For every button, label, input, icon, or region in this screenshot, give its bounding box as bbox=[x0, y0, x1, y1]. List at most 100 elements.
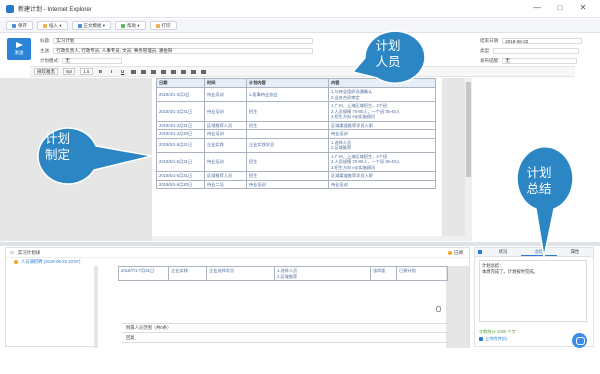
attach-icon[interactable] bbox=[436, 306, 441, 312]
remind-select[interactable]: 无 bbox=[502, 58, 578, 64]
indent-icon[interactable] bbox=[160, 69, 166, 74]
table-row: 2018/5/1-5月31日 待业培训 招生 1.广州、上海区域招生，2个班 2.人员… bbox=[156, 151, 436, 172]
editor-document[interactable]: 日期 时间 计划内容 内容 2018/3/1-3月3日 待业培训 1.医事待业协会 1… bbox=[152, 78, 442, 241]
type-field: 类型: bbox=[480, 48, 580, 54]
table-cell: 2018/5/1-5月31日 bbox=[156, 171, 205, 181]
col-header-time: 时间 bbox=[204, 78, 247, 88]
table-row: 2018/4/1-4月30日 待业培训 待业培训 bbox=[156, 129, 436, 139]
scroll-thumb[interactable] bbox=[466, 82, 471, 177]
help-icon bbox=[121, 23, 126, 28]
editor-hscrollbar[interactable] bbox=[152, 236, 472, 241]
read-status: 已阅 bbox=[448, 250, 463, 256]
mode-field: 计划模式: 无 bbox=[40, 58, 123, 64]
align-left-icon[interactable] bbox=[130, 69, 136, 74]
maximize-button[interactable]: □ bbox=[553, 3, 567, 12]
panel-menu-icon[interactable] bbox=[475, 249, 485, 255]
detail-header: ⊟ 实习计划详 已阅 bbox=[6, 248, 469, 258]
detail-pane: ⊟ 实习计划详 已阅 人员调招聘 (2018-06-22 10:57) 2018… bbox=[5, 247, 470, 348]
mode-select[interactable]: 无 bbox=[62, 58, 123, 64]
recipients-field: 主送: 行政负责人, 行政专员, 人事专员, 文员, 事务管理员, 潘伯阳 bbox=[40, 48, 314, 54]
summary-panel: 状况 总结 属性 计划总结： 本周完成了。计划按时完成。 字数统计 1000 个… bbox=[474, 247, 594, 347]
summary-textarea[interactable]: 计划总结： 本周完成了。计划按时完成。 bbox=[479, 260, 587, 322]
plan-table: 日期 时间 计划内容 内容 2018/3/1-3月3日 待业培训 1.医事待业协会 1… bbox=[156, 78, 436, 189]
type-input[interactable] bbox=[493, 48, 580, 54]
table-cell: 招生 bbox=[246, 151, 329, 172]
table-cell: 待业培训 bbox=[246, 179, 329, 189]
undo-icon[interactable] bbox=[200, 69, 206, 74]
detail-document: 2018/7/1-7月31日 企业实践 企业选择学员 1.选择人员 2.区域推荐… bbox=[98, 266, 450, 348]
table-cell: 企业实践学员 bbox=[246, 137, 329, 153]
detail-document-area: 2018/7/1-7月31日 企业实践 企业选择学员 1.选择人员 2.区域推荐… bbox=[94, 266, 469, 348]
table-cell: 待业培训 bbox=[204, 151, 247, 172]
template-icon bbox=[77, 23, 82, 28]
sender-text[interactable]: 人员调招聘 (2018-06-22 10:57) bbox=[21, 259, 80, 265]
send-button[interactable]: 发送 bbox=[7, 38, 31, 60]
editor-vscrollbar[interactable] bbox=[465, 78, 472, 236]
window-title: 新建计划 - Internet Explorer bbox=[18, 7, 92, 13]
upload-attachment-link[interactable]: 上传附件(0) bbox=[479, 336, 507, 342]
align-center-icon[interactable] bbox=[140, 69, 146, 74]
table-cell: 区域渠道推荐学员入职 bbox=[328, 120, 436, 130]
image-icon[interactable] bbox=[170, 69, 176, 74]
bold-button[interactable]: B bbox=[98, 69, 104, 74]
minimize-button[interactable]: — bbox=[530, 3, 544, 12]
table-cell bbox=[246, 129, 329, 139]
send-plane-icon bbox=[15, 42, 23, 48]
table-row: 2018/3/1-3月31日 区域推荐人员 招生 区域渠道推荐学员入职 bbox=[156, 120, 436, 130]
col-header-date: 日期 bbox=[156, 78, 205, 88]
print-button[interactable]: 打印 bbox=[149, 21, 177, 30]
table-cell: 待业培训 bbox=[204, 101, 247, 122]
date-field: 结束日期: 2018-06-22 bbox=[480, 38, 583, 44]
table-cell: 招生 bbox=[246, 171, 329, 181]
table-cell: 区域推荐人员 bbox=[204, 120, 247, 130]
table-cell: 2018/4/1-4月30日 bbox=[156, 129, 205, 139]
table-cell: 1.医事待业协会 bbox=[246, 87, 329, 102]
sender-dot-icon bbox=[14, 260, 18, 264]
save-button[interactable]: 保存 bbox=[6, 21, 33, 30]
date-input[interactable]: 2018-06-22 bbox=[502, 38, 583, 44]
callout-plan-people-text: 计划 人员 bbox=[375, 38, 401, 69]
attachment-scope: 附属人员范围（共0条） bbox=[122, 323, 450, 333]
remind-field: 发布提醒: 无 bbox=[480, 58, 578, 64]
insert-button[interactable]: 插入 ▾ bbox=[37, 21, 68, 30]
table-cell: 2018/6/1-6月30日 bbox=[156, 179, 205, 189]
detail-toggle-icon[interactable]: ⊟ bbox=[10, 250, 14, 256]
callout-plan-make-text: 计划 制定 bbox=[44, 131, 70, 162]
print-icon bbox=[155, 23, 160, 28]
sender-line: 人员调招聘 (2018-06-22 10:57) bbox=[6, 258, 469, 266]
table-cell: 2018/5/1-5月31日 bbox=[156, 151, 205, 172]
title-input[interactable]: 实习计划 bbox=[53, 38, 314, 44]
col-header-plan: 计划内容 bbox=[246, 78, 329, 88]
detail-table: 2018/7/1-7月31日 企业实践 企业选择学员 1.选择人员 2.区域推荐… bbox=[118, 266, 448, 281]
table-cell: 待业培训 bbox=[204, 129, 247, 139]
link-icon[interactable] bbox=[190, 69, 196, 74]
template-button[interactable]: 正文模板 ▾ bbox=[71, 21, 112, 30]
callout-plan-summary bbox=[516, 146, 574, 258]
size-select[interactable]: 9pt bbox=[63, 68, 76, 75]
title-field: 标题: 实习计划 bbox=[40, 38, 314, 44]
line-height-select[interactable]: 1.5 bbox=[80, 68, 93, 75]
underline-button[interactable]: U bbox=[120, 69, 126, 74]
table-cell: 区域推荐人员 bbox=[204, 171, 247, 181]
help-button[interactable]: 帮助 ▾ bbox=[115, 21, 146, 30]
font-select[interactable]: 微软雅黑 bbox=[34, 68, 58, 75]
list-icon[interactable] bbox=[150, 69, 156, 74]
italic-button[interactable]: I bbox=[109, 69, 115, 74]
table-cell: 待业培训 bbox=[328, 179, 436, 189]
table-cell: 区域渠道推荐学员入职 bbox=[328, 171, 436, 181]
reply-field[interactable]: 回复 bbox=[122, 333, 450, 343]
table-cell: 2018/5/1-5月31日 bbox=[156, 137, 205, 153]
chat-fab-icon[interactable] bbox=[572, 333, 587, 348]
table-cell: 招生 bbox=[246, 120, 329, 130]
table-cell: 企业实践 bbox=[204, 137, 247, 153]
upload-icon bbox=[479, 337, 483, 341]
table-row: 2018/3/1-3月31日 待业培训 招生 1.广州、上海区域招生，2个班 2.人员… bbox=[156, 101, 436, 122]
close-button[interactable]: ✕ bbox=[576, 3, 590, 12]
table-icon[interactable] bbox=[180, 69, 186, 74]
save-icon bbox=[12, 23, 16, 28]
table-cell: 待业培训 bbox=[328, 129, 436, 139]
table-cell: 招生 bbox=[246, 101, 329, 122]
recipients-input[interactable]: 行政负责人, 行政专员, 人事专员, 文员, 事务管理员, 潘伯阳 bbox=[53, 48, 314, 54]
format-toolbar: 微软雅黑 9pt 1.5 B I U bbox=[30, 66, 575, 77]
table-cell: 待业培训 bbox=[204, 87, 247, 102]
